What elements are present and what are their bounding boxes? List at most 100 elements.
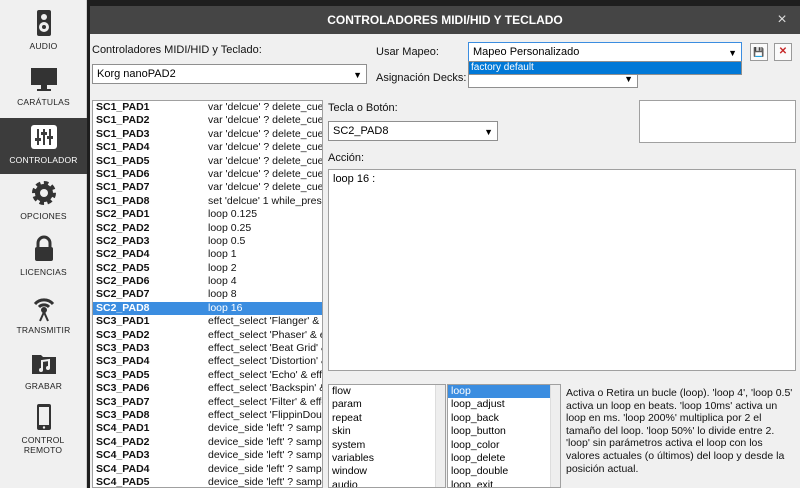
- mapping-action: loop 1: [208, 248, 237, 261]
- mapping-row[interactable]: SC4_PAD1 device_side 'left' ? samp: [93, 422, 322, 435]
- mapping-row[interactable]: SC2_PAD3 loop 0.5: [93, 235, 322, 248]
- category-item[interactable]: variables: [329, 452, 445, 465]
- verb-item[interactable]: loop: [448, 385, 560, 399]
- phone-icon: [29, 402, 59, 432]
- mapping-row[interactable]: SC2_PAD5 loop 2: [93, 262, 322, 275]
- mapping-row[interactable]: SC2_PAD7 loop 8: [93, 288, 322, 301]
- mapping-row[interactable]: SC1_PAD1 var 'delcue' ? delete_cue: [93, 101, 322, 114]
- category-item[interactable]: flow: [329, 385, 445, 398]
- mapping-option-factory-default[interactable]: factory default: [469, 62, 741, 74]
- mapping-row[interactable]: SC3_PAD2 effect_select 'Phaser' & e: [93, 329, 322, 342]
- sidebar-item-opciones[interactable]: OPCIONES: [0, 174, 87, 230]
- category-item[interactable]: system: [329, 439, 445, 452]
- mapping-select-value: Mapeo Personalizado: [473, 46, 580, 58]
- scrollbar[interactable]: [550, 385, 560, 487]
- category-item[interactable]: audio: [329, 479, 445, 487]
- mapping-action: var 'delcue' ? delete_cue: [208, 167, 322, 180]
- sidebar-item-grabar[interactable]: GRABAR: [0, 344, 87, 400]
- delete-mapping-button[interactable]: ✕: [774, 43, 792, 61]
- category-item[interactable]: repeat: [329, 412, 445, 425]
- key-select-value: SC2_PAD8: [333, 125, 389, 137]
- key-select[interactable]: SC2_PAD8 ▼: [328, 121, 498, 141]
- mapping-row[interactable]: SC4_PAD3 device_side 'left' ? samp: [93, 449, 322, 462]
- save-mapping-button[interactable]: 💾: [750, 43, 768, 61]
- mapping-row[interactable]: SC1_PAD2 var 'delcue' ? delete_cue: [93, 114, 322, 127]
- mapping-row[interactable]: SC2_PAD6 loop 4: [93, 275, 322, 288]
- verb-item[interactable]: loop_button: [448, 425, 560, 438]
- gear-icon: [29, 178, 59, 208]
- mapping-key: SC4_PAD4: [96, 462, 150, 475]
- mapping-key: SC1_PAD7: [96, 181, 150, 194]
- mapping-row[interactable]: SC2_PAD2 loop 0.25: [93, 222, 322, 235]
- category-item[interactable]: window: [329, 465, 445, 478]
- mapping-action: var 'delcue' ? delete_cue: [208, 141, 322, 154]
- mapping-row[interactable]: SC1_PAD3 var 'delcue' ? delete_cue: [93, 128, 322, 141]
- mapping-dropdown: factory default: [468, 61, 742, 75]
- close-icon[interactable]: ×: [772, 6, 792, 34]
- mapping-row[interactable]: SC1_PAD5 var 'delcue' ? delete_cue: [93, 155, 322, 168]
- sidebar-item-label: CARÁTULAS: [17, 97, 70, 107]
- mapping-row[interactable]: SC3_PAD4 effect_select 'Distortion' &: [93, 355, 322, 368]
- music-folder-icon: [29, 348, 59, 378]
- mapping-key: SC2_PAD4: [96, 248, 150, 261]
- mapping-action: effect_select 'Flanger' & e: [208, 315, 322, 328]
- mapping-row[interactable]: SC3_PAD3 effect_select 'Beat Grid' &: [93, 342, 322, 355]
- mapping-key: SC2_PAD7: [96, 288, 150, 301]
- key-capture-box[interactable]: [639, 100, 796, 143]
- mapping-action: loop 4: [208, 275, 237, 288]
- mapping-select[interactable]: Mapeo Personalizado ▼: [468, 42, 742, 62]
- verb-item[interactable]: loop_double: [448, 465, 560, 478]
- mapping-label: Usar Mapeo:: [376, 46, 439, 58]
- verb-item[interactable]: loop_color: [448, 439, 560, 452]
- mapping-row[interactable]: SC2_PAD8 loop 16: [93, 301, 322, 316]
- category-item[interactable]: param: [329, 398, 445, 411]
- mapping-key: SC1_PAD3: [96, 127, 150, 140]
- scrollbar[interactable]: [435, 385, 445, 487]
- verb-item[interactable]: loop_adjust: [448, 398, 560, 411]
- verb-item[interactable]: loop_delete: [448, 452, 560, 465]
- mapping-key: SC3_PAD1: [96, 315, 150, 328]
- sidebar-item-control-remoto[interactable]: CONTROL REMOTO: [0, 398, 87, 458]
- mapping-key: SC3_PAD6: [96, 382, 150, 395]
- chevron-down-icon: ▼: [484, 127, 493, 137]
- mapping-row[interactable]: SC3_PAD8 effect_select 'FlippinDou: [93, 409, 322, 422]
- category-item[interactable]: skin: [329, 425, 445, 438]
- sidebar-item-audio[interactable]: AUDIO: [0, 4, 87, 60]
- verb-list[interactable]: loop loop_adjust loop_back loop_button loop_…: [447, 384, 561, 488]
- mapping-row[interactable]: SC1_PAD7 var 'delcue' ? delete_cue: [93, 181, 322, 194]
- mapping-list[interactable]: SC1_PAD1 var 'delcue' ? delete_cue SC1_PAD…: [92, 100, 323, 488]
- sidebar-item-carátulas[interactable]: CARÁTULAS: [0, 60, 87, 116]
- mapping-row[interactable]: SC3_PAD7 effect_select 'Filter' & effe: [93, 396, 322, 409]
- mapping-row[interactable]: SC3_PAD6 effect_select 'Backspin' &: [93, 382, 322, 395]
- mapping-row[interactable]: SC2_PAD1 loop 0.125: [93, 208, 322, 221]
- mapping-row[interactable]: SC1_PAD8 set 'delcue' 1 while_pres: [93, 195, 322, 208]
- mapping-row[interactable]: SC4_PAD2 device_side 'left' ? samp: [93, 436, 322, 449]
- mapping-key: SC3_PAD8: [96, 408, 150, 421]
- sidebar-item-licencias[interactable]: LICENCIAS: [0, 230, 87, 286]
- mapping-key: SC3_PAD3: [96, 342, 150, 355]
- mapping-row[interactable]: SC3_PAD5 effect_select 'Echo' & effe: [93, 369, 322, 382]
- mapping-action: effect_select 'Beat Grid' &: [208, 342, 322, 355]
- sidebar-item-label: TRANSMITIR: [16, 325, 71, 335]
- action-editor[interactable]: loop 16 :: [328, 169, 796, 371]
- mapping-row[interactable]: SC1_PAD4 var 'delcue' ? delete_cue: [93, 141, 322, 154]
- mapping-row[interactable]: SC3_PAD1 effect_select 'Flanger' & e: [93, 315, 322, 328]
- verb-item[interactable]: loop_back: [448, 412, 560, 425]
- mapping-row[interactable]: SC4_PAD5 device_side 'left' ? samp: [93, 475, 322, 488]
- delete-icon: ✕: [778, 46, 788, 57]
- sidebar-item-controlador[interactable]: CONTROLADOR: [0, 118, 87, 174]
- verb-item[interactable]: loop_exit: [448, 479, 560, 487]
- mapping-action: var 'delcue' ? delete_cue: [208, 127, 322, 140]
- category-list[interactable]: flow param repeat skin system variables window…: [328, 384, 446, 488]
- device-select[interactable]: Korg nanoPAD2 ▼: [92, 64, 367, 84]
- mapping-key: SC3_PAD5: [96, 368, 150, 381]
- mapping-row[interactable]: SC4_PAD4 device_side 'left' ? samp: [93, 463, 322, 476]
- sidebar-item-transmitir[interactable]: TRANSMITIR: [0, 288, 87, 344]
- mapping-action: device_side 'left' ? samp: [208, 462, 322, 475]
- mapping-action: device_side 'left' ? samp: [208, 475, 322, 488]
- chevron-down-icon: ▼: [353, 70, 362, 80]
- mapping-key: SC2_PAD3: [96, 234, 150, 247]
- mapping-row[interactable]: SC1_PAD6 var 'delcue' ? delete_cue: [93, 168, 322, 181]
- mapping-key: SC1_PAD2: [96, 114, 150, 127]
- mapping-row[interactable]: SC2_PAD4 loop 1: [93, 248, 322, 261]
